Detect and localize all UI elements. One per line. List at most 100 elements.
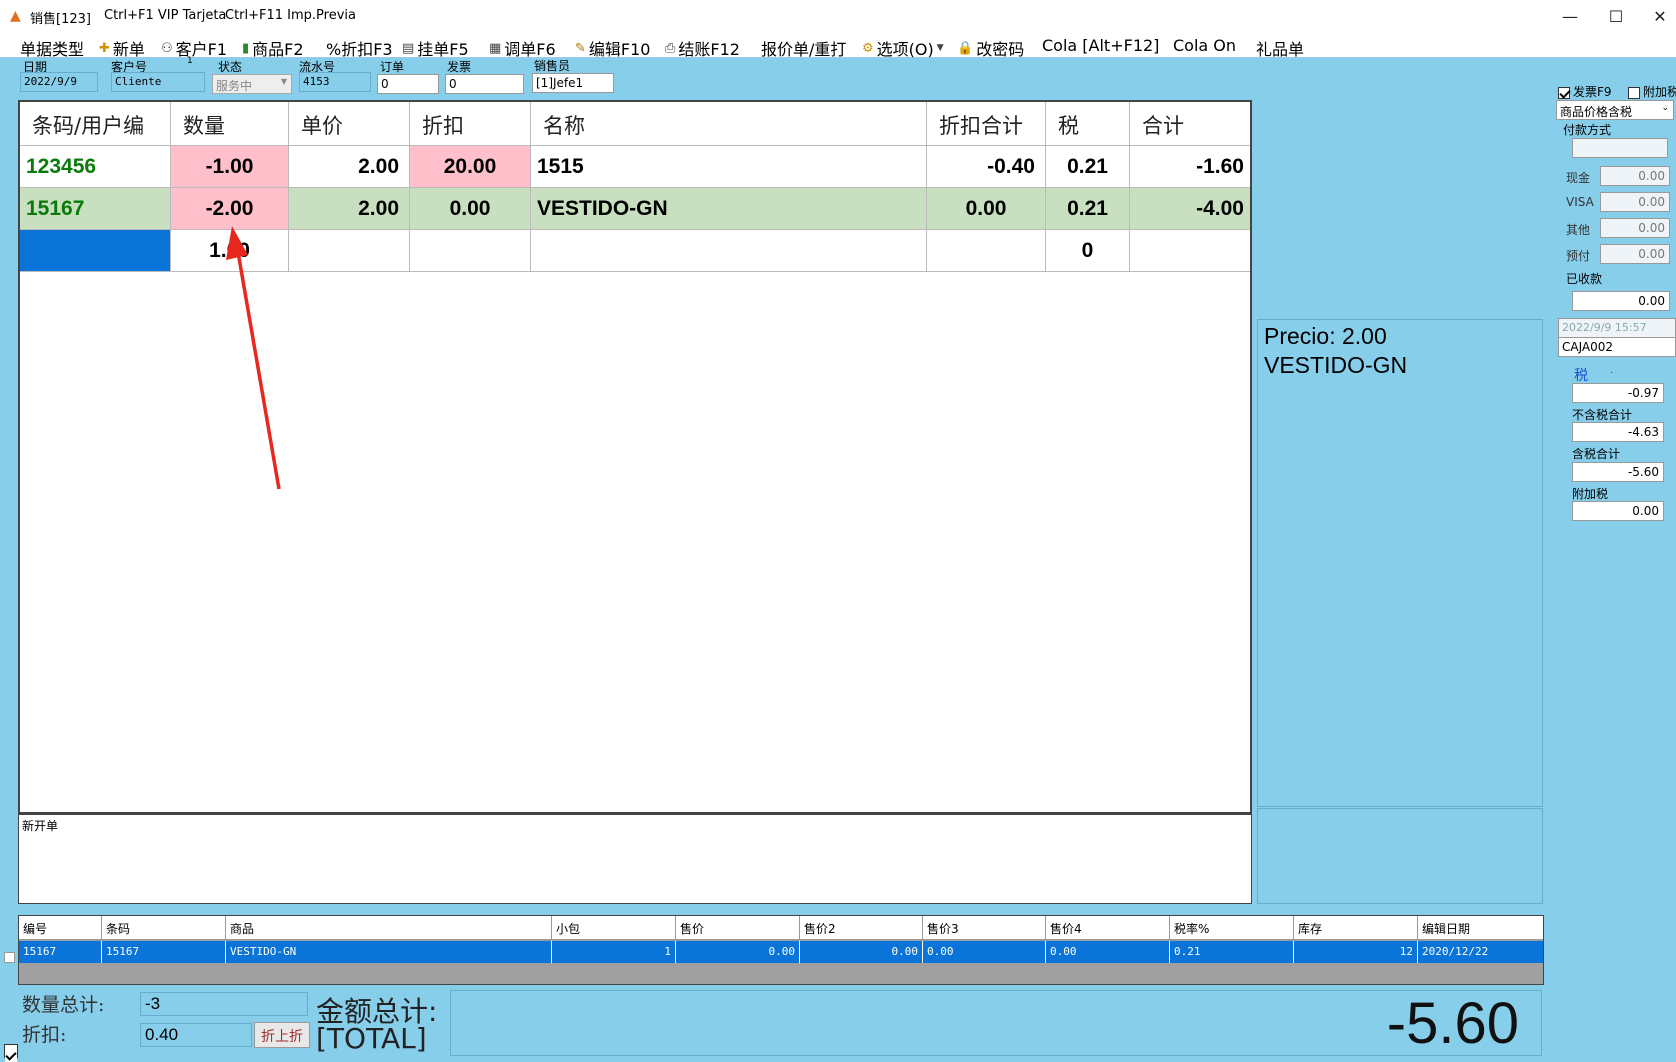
row2-tax[interactable]: 0.21 (1046, 188, 1130, 230)
lookup-cell-taxrate[interactable]: 0.21 (1170, 941, 1294, 963)
discount-on-discount-button[interactable]: 折上折 (254, 1022, 310, 1048)
row2-name[interactable]: VESTIDO-GN (531, 188, 927, 230)
visa-field[interactable]: 0.00 (1600, 192, 1670, 212)
lookup-cell-stock[interactable]: 12 (1294, 941, 1418, 963)
menu-discount[interactable]: %折扣F3 (326, 36, 393, 60)
lookup-header-stock[interactable]: 库存 (1294, 916, 1418, 940)
menu-new[interactable]: ✚ 新单 (99, 36, 145, 60)
lookup-cell-price4[interactable]: 0.00 (1046, 941, 1170, 963)
row3-discount-total[interactable] (927, 230, 1046, 272)
row1-tax[interactable]: 0.21 (1046, 146, 1130, 188)
minimize-icon[interactable]: — (1548, 0, 1592, 32)
row1-code[interactable]: 123456 (20, 146, 171, 188)
tax-field[interactable]: -0.97 (1572, 383, 1664, 403)
lookup-cell-barcode[interactable]: 15167 (102, 941, 226, 963)
maximize-icon[interactable]: ☐ (1594, 0, 1638, 32)
status-select[interactable]: 服务中 ▼ (212, 74, 292, 94)
payment-method-field[interactable] (1572, 138, 1668, 158)
price-mode-select[interactable]: 商品价格含税 ⌄ (1556, 100, 1674, 120)
menu-password[interactable]: 🔒 改密码 (957, 36, 1024, 60)
bottom-checkbox[interactable] (4, 1044, 18, 1062)
row3-qty[interactable]: 1.00 (171, 230, 289, 272)
menu-gift[interactable]: 礼品单 (1256, 36, 1304, 60)
col-header-qty[interactable]: 数量 (171, 102, 289, 146)
lookup-header-price2[interactable]: 售价2 (800, 916, 923, 940)
col-header-discount[interactable]: 折扣 (410, 102, 531, 146)
row3-tax[interactable]: 0 (1046, 230, 1130, 272)
menu-product[interactable]: ▮ 商品F2 (242, 36, 304, 60)
lookup-header-price3[interactable]: 售价3 (923, 916, 1046, 940)
col-header-discount-total[interactable]: 折扣合计 (927, 102, 1046, 146)
lookup-cell-product[interactable]: VESTIDO-GN (226, 941, 552, 963)
col-header-tax[interactable]: 税 (1046, 102, 1130, 146)
product-lookup-table[interactable]: 编号 条码 商品 小包 售价 售价2 售价3 售价4 税率% 库存 编辑日期 1… (18, 915, 1544, 985)
lookup-cell-pack[interactable]: 1 (552, 941, 676, 963)
withtax-field[interactable]: -5.60 (1572, 462, 1664, 482)
menu-hold[interactable]: ▤ 挂单F5 (402, 36, 469, 60)
qty-total-field[interactable]: -3 (140, 992, 308, 1016)
notes-area[interactable]: 新开单 (18, 814, 1252, 904)
row3-total[interactable] (1130, 230, 1250, 272)
pretax-field[interactable]: -4.63 (1572, 422, 1664, 442)
row2-code[interactable]: 15167 (20, 188, 171, 230)
cash-field[interactable]: 0.00 (1600, 166, 1670, 186)
row1-total[interactable]: -1.60 (1130, 146, 1250, 188)
lookup-header-edit-date[interactable]: 编辑日期 (1418, 916, 1543, 940)
serial-field[interactable]: 4153 (299, 72, 371, 92)
lookup-header-barcode[interactable]: 条码 (102, 916, 226, 940)
date-field[interactable]: 2022/9/9 (20, 72, 98, 92)
row1-discount[interactable]: 20.00 (410, 146, 531, 188)
row2-total[interactable]: -4.00 (1130, 188, 1250, 230)
extra-tax-checkbox[interactable]: 附加税 (1628, 83, 1676, 100)
menu-customer[interactable]: ⚇ 客户F1 (161, 36, 227, 60)
menu-edit[interactable]: ✎ 编辑F10 (575, 36, 650, 60)
discount-field[interactable]: 0.40 (140, 1023, 252, 1047)
row3-code-selected[interactable] (20, 230, 171, 272)
customer-field[interactable]: Cliente (111, 72, 205, 92)
lookup-cell-price3[interactable]: 0.00 (923, 941, 1046, 963)
menu-cola-on[interactable]: Cola On (1173, 36, 1236, 55)
row1-name[interactable]: 1515 (531, 146, 927, 188)
row2-qty[interactable]: -2.00 (171, 188, 289, 230)
lookup-header-id[interactable]: 编号 (19, 916, 102, 940)
prepay-field[interactable]: 0.00 (1600, 244, 1670, 264)
menu-quote[interactable]: 报价单/重打 (761, 36, 846, 60)
row2-discount[interactable]: 0.00 (410, 188, 531, 230)
other-field[interactable]: 0.00 (1600, 218, 1670, 238)
lookup-header-product[interactable]: 商品 (226, 916, 552, 940)
close-icon[interactable]: ✕ (1638, 0, 1676, 32)
row-selector-box[interactable] (4, 952, 15, 963)
row2-discount-total[interactable]: 0.00 (927, 188, 1046, 230)
seller-field[interactable]: [1]Jefe1 (532, 73, 614, 93)
row1-qty[interactable]: -1.00 (171, 146, 289, 188)
sales-grid[interactable]: 条码/用户编 数量 单价 折扣 名称 折扣合计 税 合计 123456 -1.0… (18, 100, 1252, 814)
lookup-cell-price2[interactable]: 0.00 (800, 941, 923, 963)
lookup-cell-edit-date[interactable]: 2020/12/22 (1418, 941, 1543, 963)
menu-cola-alt[interactable]: Cola [Alt+F12] (1042, 36, 1159, 55)
menu-checkout[interactable]: ⎙ 结账F12 (665, 36, 740, 60)
col-header-total[interactable]: 合计 (1130, 102, 1250, 146)
lookup-cell-price[interactable]: 0.00 (676, 941, 800, 963)
row3-name[interactable] (531, 230, 927, 272)
col-header-name[interactable]: 名称 (531, 102, 927, 146)
menu-doc-type[interactable]: 单据类型 (20, 36, 84, 60)
row2-price[interactable]: 2.00 (289, 188, 410, 230)
lookup-header-pack[interactable]: 小包 (552, 916, 676, 940)
lookup-header-price4[interactable]: 售价4 (1046, 916, 1170, 940)
row3-price[interactable] (289, 230, 410, 272)
col-header-code[interactable]: 条码/用户编 (20, 102, 171, 146)
invoice-field[interactable]: 0 (445, 74, 524, 94)
lookup-header-taxrate[interactable]: 税率% (1170, 916, 1294, 940)
menu-options[interactable]: ⚙ 选项(O) ▼ (862, 36, 944, 60)
row3-discount[interactable] (410, 230, 531, 272)
row1-discount-total[interactable]: -0.40 (927, 146, 1046, 188)
order-field[interactable]: 0 (377, 74, 439, 94)
lookup-header-price[interactable]: 售价 (676, 916, 800, 940)
row1-price[interactable]: 2.00 (289, 146, 410, 188)
invoice-checkbox[interactable]: 发票F9 (1558, 83, 1612, 100)
col-header-price[interactable]: 单价 (289, 102, 410, 146)
received-field[interactable]: 0.00 (1572, 291, 1670, 311)
addtax-field[interactable]: 0.00 (1572, 501, 1664, 521)
register-field[interactable]: CAJA002 (1558, 337, 1676, 357)
lookup-cell-id[interactable]: 15167 (19, 941, 102, 963)
